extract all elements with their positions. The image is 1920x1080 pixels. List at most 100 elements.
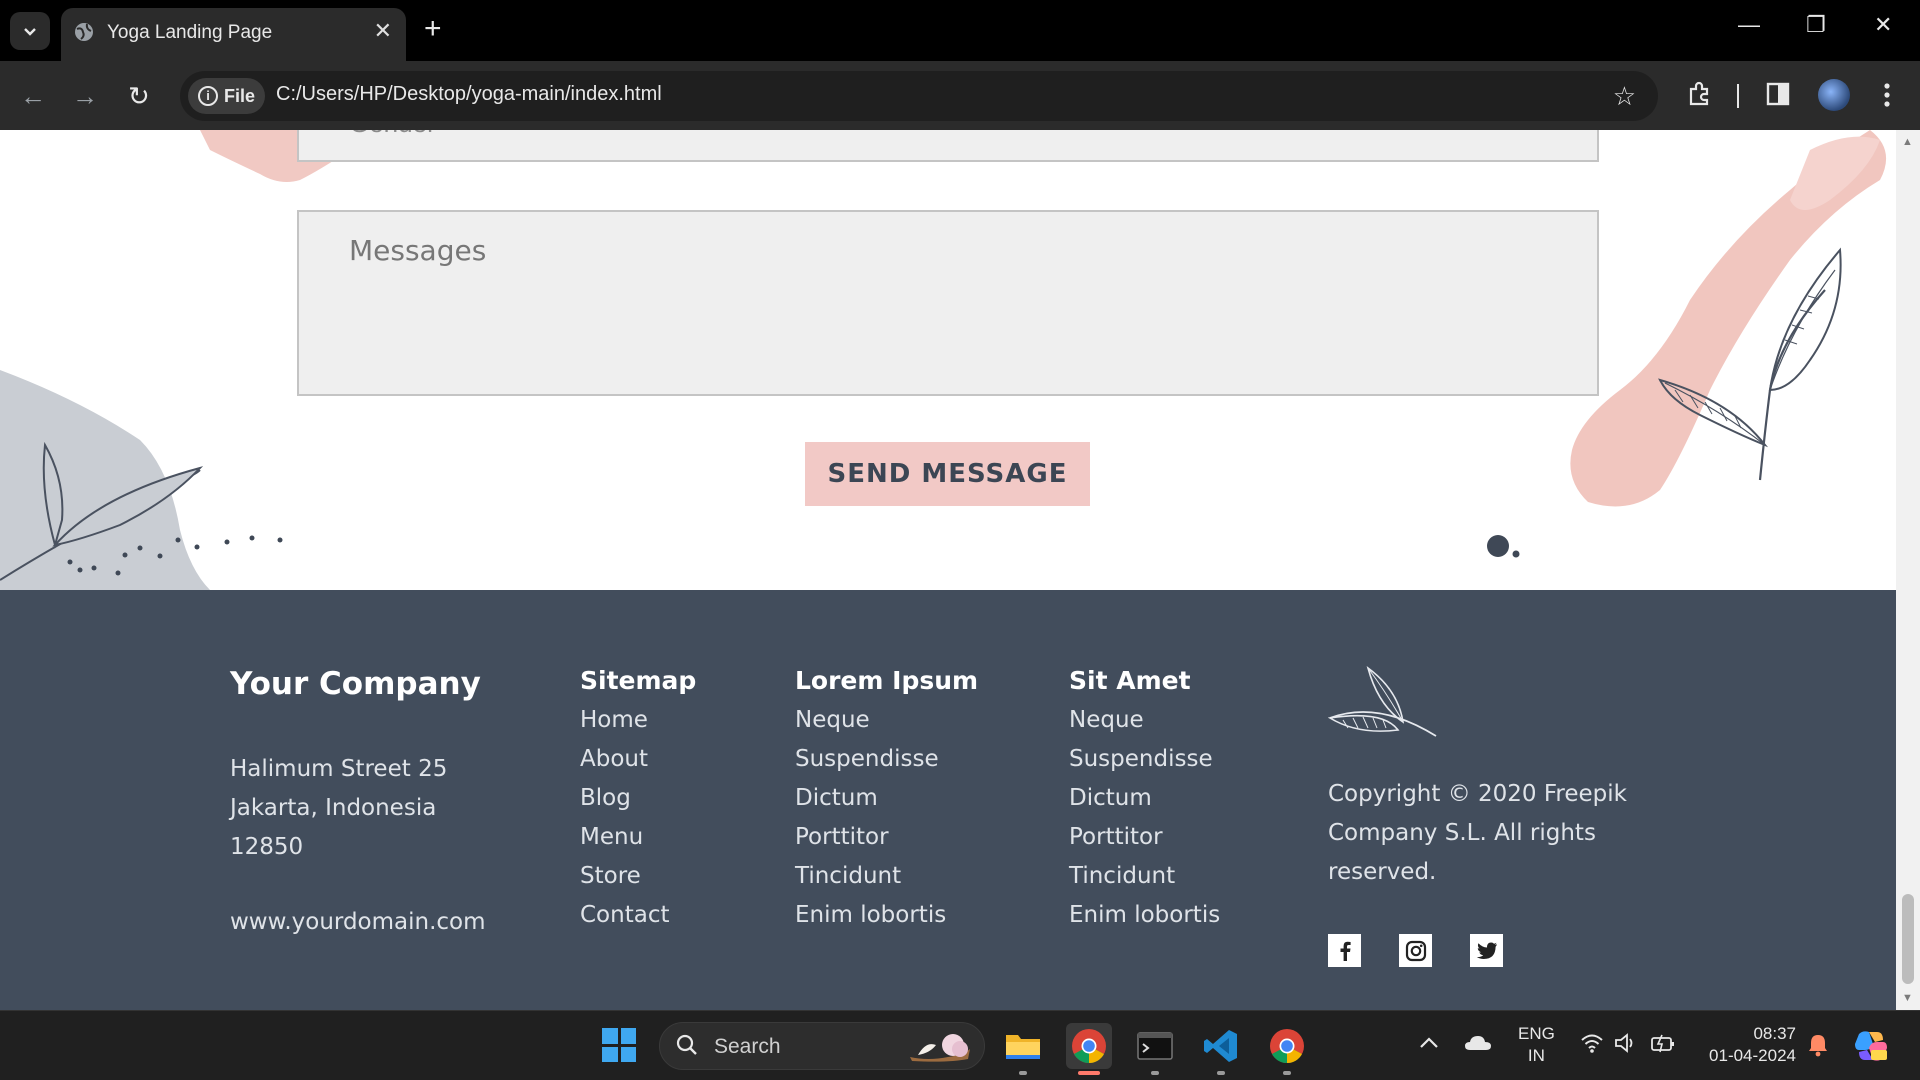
address-line: Halimum Street 25 xyxy=(230,756,448,782)
start-tile xyxy=(620,1046,636,1062)
puzzle-icon[interactable] xyxy=(1686,80,1714,108)
send-message-button[interactable]: SEND MESSAGE xyxy=(805,442,1090,506)
footer-link[interactable]: Dictum xyxy=(795,779,978,818)
address-line: 12850 xyxy=(230,834,304,860)
chrome-icon xyxy=(1270,1029,1304,1063)
terminal-button[interactable] xyxy=(1132,1023,1178,1075)
running-indicator xyxy=(1019,1071,1027,1075)
footer-link[interactable]: Dictum xyxy=(1069,779,1220,818)
sitemap-link-menu[interactable]: Menu xyxy=(580,818,696,857)
gender-placeholder: Gender xyxy=(349,130,436,139)
chrome-icon xyxy=(1072,1029,1106,1063)
footer-link[interactable]: Tincidunt xyxy=(795,857,978,896)
footer-link[interactable]: Enim lobortis xyxy=(1069,896,1220,935)
windows-taskbar: Search ENG IN 08:37 01-04-2024 xyxy=(0,1010,1920,1080)
new-tab-button[interactable]: + xyxy=(424,12,442,46)
forward-button[interactable]: → xyxy=(72,83,98,109)
running-indicator xyxy=(1217,1071,1225,1075)
footer-company: Your Company Halimum Street 25 Jakarta, … xyxy=(230,666,486,942)
running-indicator xyxy=(1283,1071,1291,1075)
file-explorer-icon xyxy=(1006,1035,1040,1059)
site-info-chip[interactable]: i File xyxy=(188,78,265,114)
tab-search-button[interactable] xyxy=(10,12,50,50)
battery-charging-icon[interactable] xyxy=(1650,1033,1676,1053)
footer-lorem-ipsum: Lorem Ipsum Neque Suspendisse Dictum Por… xyxy=(795,666,978,935)
more-vert-icon[interactable] xyxy=(1876,81,1898,109)
search-label: Search xyxy=(714,1035,781,1058)
info-icon: i xyxy=(198,86,218,106)
tab-close-button[interactable]: ✕ xyxy=(374,18,392,44)
start-tile xyxy=(602,1028,618,1044)
facebook-icon[interactable] xyxy=(1328,934,1361,967)
star-icon[interactable]: ☆ xyxy=(1613,81,1636,112)
start-tile xyxy=(602,1046,618,1062)
active-indicator xyxy=(1078,1071,1100,1075)
terminal-icon xyxy=(1137,1032,1173,1060)
sitemap-link-about[interactable]: About xyxy=(580,740,696,779)
notification-bell-icon[interactable] xyxy=(1807,1033,1829,1057)
footer-link[interactable]: Porttitor xyxy=(1069,818,1220,857)
clock-date: 01-04-2024 xyxy=(1709,1046,1796,1065)
footer-sit-amet: Sit Amet Neque Suspendisse Dictum Portti… xyxy=(1069,666,1220,935)
chrome-taskbar-button-2[interactable] xyxy=(1264,1023,1310,1075)
taskbar-search[interactable]: Search xyxy=(659,1022,985,1070)
minimize-button[interactable]: — xyxy=(1738,12,1760,38)
scroll-down-arrow[interactable]: ▼ xyxy=(1902,992,1913,1004)
language-indicator[interactable]: ENG IN xyxy=(1518,1023,1555,1067)
window-close-button[interactable]: ✕ xyxy=(1874,12,1892,38)
footer-link[interactable]: Suspendisse xyxy=(795,740,978,779)
twitter-icon[interactable] xyxy=(1470,934,1503,967)
browser-tab[interactable]: Yoga Landing Page ✕ xyxy=(61,8,406,61)
reload-button[interactable]: ↻ xyxy=(128,83,150,109)
windows-start-button[interactable] xyxy=(602,1028,636,1062)
sitemap-link-store[interactable]: Store xyxy=(580,857,696,896)
footer-link[interactable]: Tincidunt xyxy=(1069,857,1220,896)
url-text[interactable]: C:/Users/HP/Desktop/yoga-main/index.html xyxy=(276,83,662,106)
footer-link[interactable]: Neque xyxy=(795,701,978,740)
restore-button[interactable]: ❐ xyxy=(1806,12,1826,38)
page-scrollbar[interactable]: ▲ ▼ xyxy=(1896,130,1920,1010)
footer-sitemap: Sitemap Home About Blog Menu Store Conta… xyxy=(580,666,696,935)
tab-title: Yoga Landing Page xyxy=(107,22,273,43)
address-bar[interactable]: i File C:/Users/HP/Desktop/yoga-main/ind… xyxy=(180,71,1658,121)
chevron-up-icon[interactable] xyxy=(1419,1036,1439,1050)
company-name: Your Company xyxy=(230,666,481,702)
copilot-icon[interactable] xyxy=(1853,1028,1889,1064)
messages-textarea[interactable]: Messages xyxy=(297,210,1599,396)
sit-amet-title: Sit Amet xyxy=(1069,666,1191,695)
volume-icon[interactable] xyxy=(1614,1032,1638,1054)
leaf-blob-decoration xyxy=(0,370,283,590)
footer-link[interactable]: Suspendisse xyxy=(1069,740,1220,779)
browser-toolbar: ← → ↻ i File C:/Users/HP/Desktop/yoga-ma… xyxy=(0,61,1920,130)
profile-avatar[interactable] xyxy=(1818,79,1850,111)
search-icon xyxy=(676,1034,697,1055)
footer-link[interactable]: Enim lobortis xyxy=(795,896,978,935)
scrollbar-thumb[interactable] xyxy=(1902,894,1914,984)
file-explorer-button[interactable] xyxy=(1000,1023,1046,1075)
wifi-icon[interactable] xyxy=(1580,1032,1604,1054)
file-chip-label: File xyxy=(224,86,256,106)
chevron-down-icon xyxy=(24,28,36,36)
lang-code: ENG xyxy=(1518,1024,1555,1043)
vscode-button[interactable] xyxy=(1198,1023,1244,1075)
website-link[interactable]: www.yourdomain.com xyxy=(230,903,486,942)
back-button[interactable]: ← xyxy=(20,83,46,109)
scroll-up-arrow[interactable]: ▲ xyxy=(1902,136,1913,148)
running-indicator xyxy=(1151,1071,1159,1075)
onedrive-cloud-icon[interactable] xyxy=(1464,1034,1492,1052)
footer-brand: Copyright © 2020 Freepik Company S.L. Al… xyxy=(1327,660,1688,967)
instagram-icon[interactable] xyxy=(1399,934,1432,967)
footer-link[interactable]: Neque xyxy=(1069,701,1220,740)
clock-time: 08:37 xyxy=(1753,1024,1796,1043)
globe-icon xyxy=(75,23,93,41)
vscode-icon xyxy=(1204,1030,1237,1062)
side-panel-icon[interactable] xyxy=(1766,82,1790,106)
toolbar-divider xyxy=(1737,84,1739,108)
system-clock[interactable]: 08:37 01-04-2024 xyxy=(1700,1023,1796,1067)
sitemap-link-contact[interactable]: Contact xyxy=(580,896,696,935)
sitemap-link-blog[interactable]: Blog xyxy=(580,779,696,818)
footer-link[interactable]: Porttitor xyxy=(795,818,978,857)
gender-field[interactable]: Gender xyxy=(297,130,1599,162)
chrome-taskbar-button[interactable] xyxy=(1066,1023,1112,1075)
sitemap-link-home[interactable]: Home xyxy=(580,701,696,740)
